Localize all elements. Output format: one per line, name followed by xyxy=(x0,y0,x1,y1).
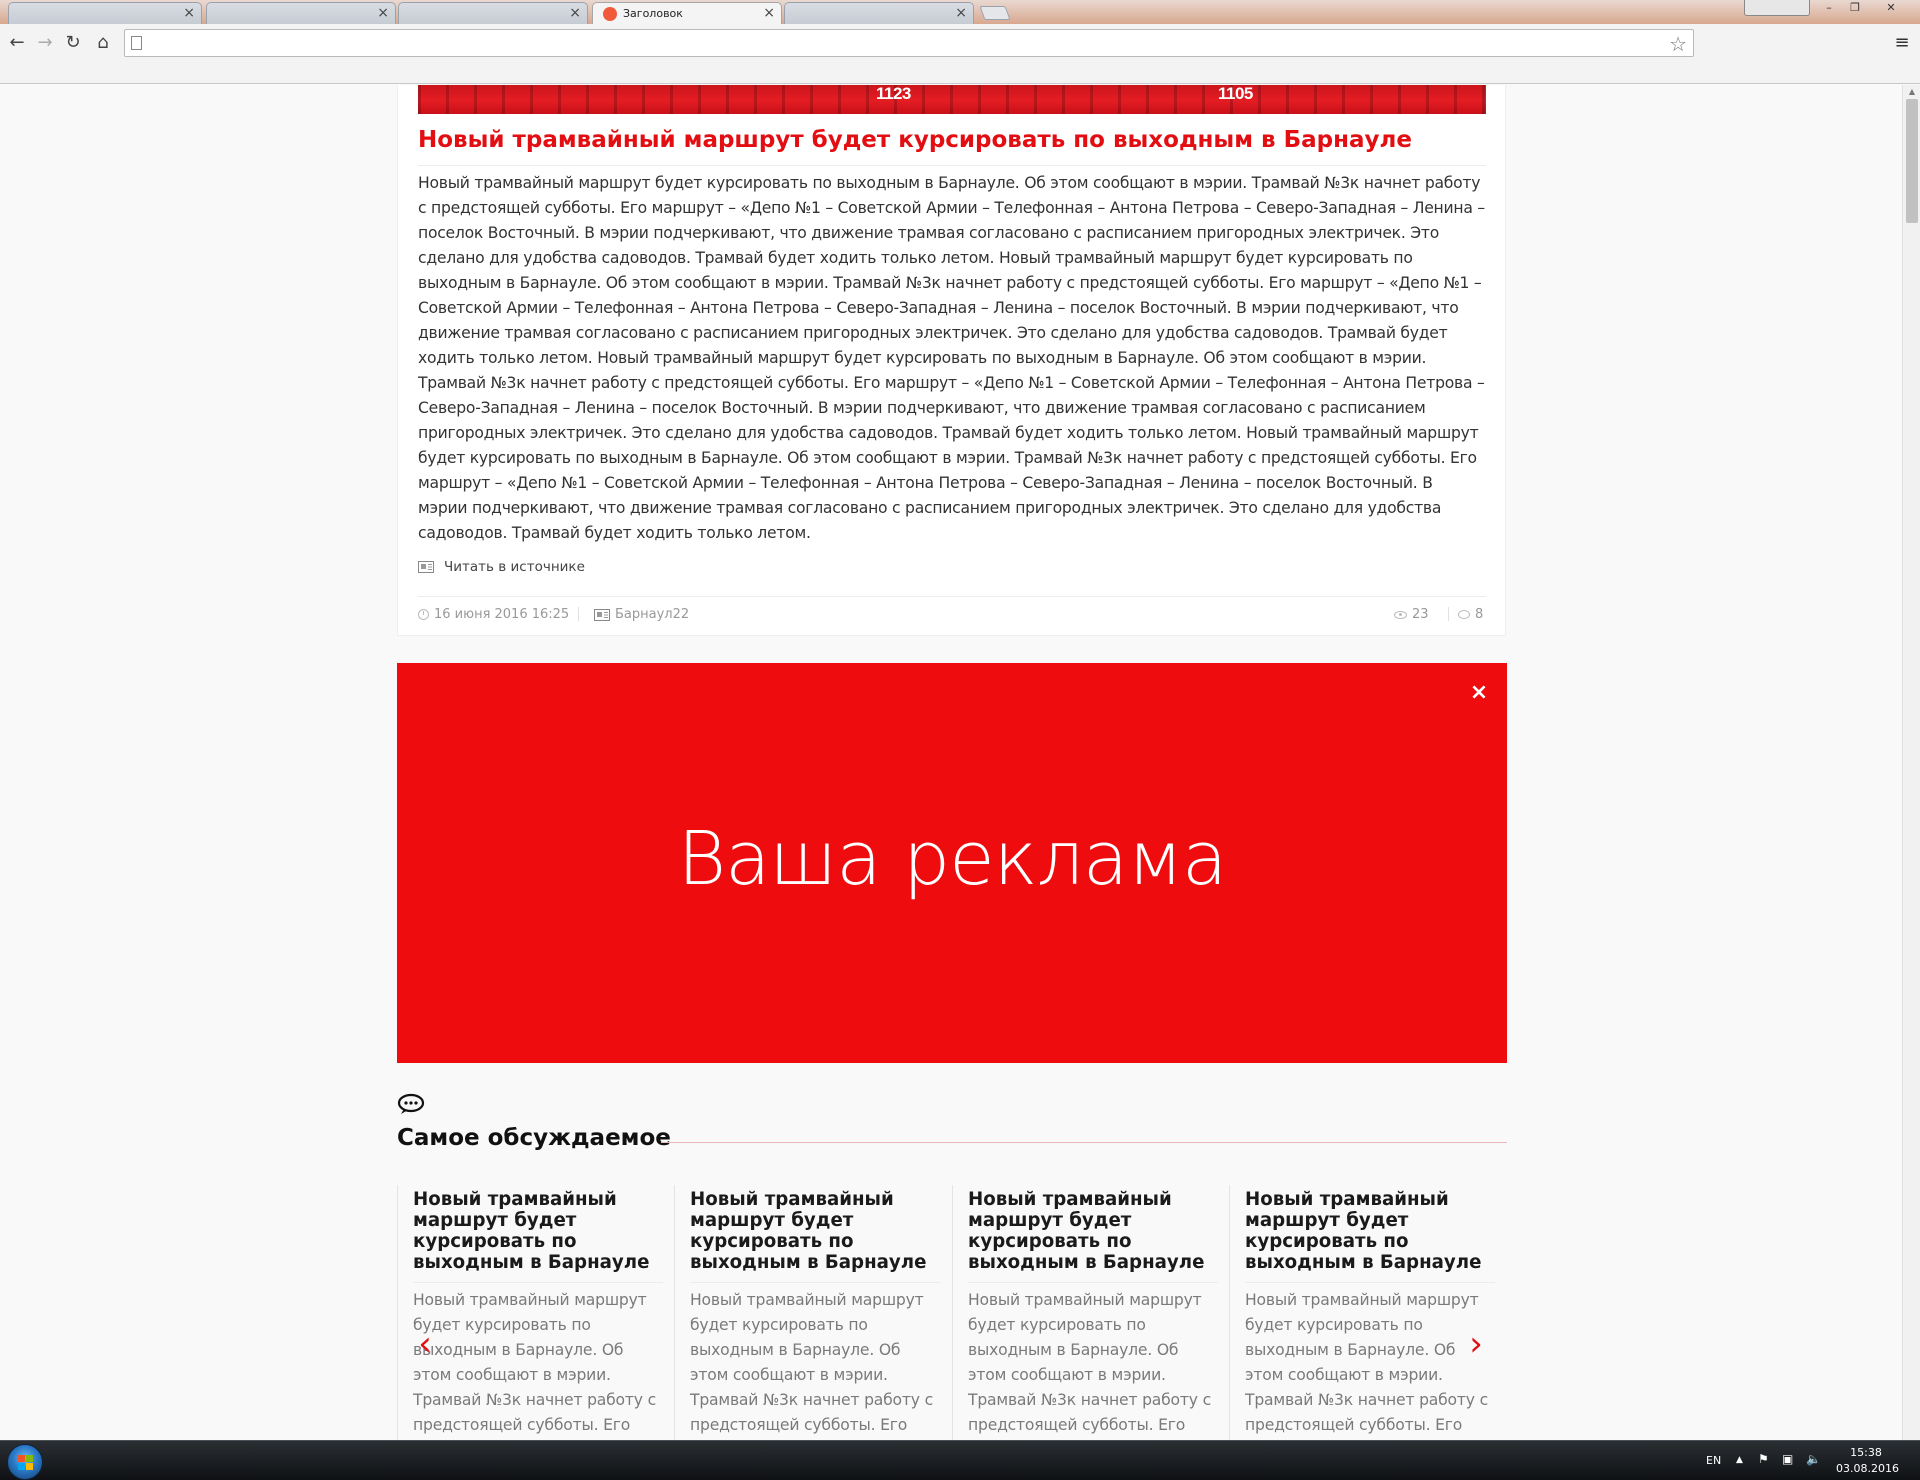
ad-close-icon[interactable]: × xyxy=(1465,679,1493,707)
address-input[interactable] xyxy=(149,32,1649,54)
article-title[interactable]: Новый трамвайный маршрут будет курсирова… xyxy=(418,127,1486,166)
network-icon[interactable]: ▣ xyxy=(1782,1452,1793,1466)
browser-toolbar: ← → ↻ ⌂ ☆ ≡ xyxy=(0,24,1920,84)
browser-tab-active[interactable]: Заголовок × xyxy=(592,2,782,24)
views-count: 23 xyxy=(1412,607,1429,622)
news-card[interactable]: Новый трамвайный маршрут будет курсирова… xyxy=(1229,1185,1506,1440)
tab-close-icon[interactable]: × xyxy=(955,5,967,21)
article-source-text: Барнаул22 xyxy=(615,607,690,622)
carousel-prev-button[interactable]: ‹ xyxy=(414,1327,436,1363)
eye-icon xyxy=(1394,610,1407,619)
new-tab-button[interactable] xyxy=(979,6,1011,20)
card-text: Новый трамвайный маршрут будет курсирова… xyxy=(968,1291,1211,1434)
reload-button[interactable]: ↻ xyxy=(62,32,84,54)
browser-menu-button[interactable]: ≡ xyxy=(1890,32,1914,54)
close-window-button[interactable]: ✕ xyxy=(1868,0,1914,18)
carousel-next-button[interactable]: › xyxy=(1465,1327,1487,1363)
news-card[interactable]: Новый трамвайный маршрут будет курсирова… xyxy=(952,1185,1229,1440)
tram-number: 1105 xyxy=(1218,85,1253,103)
speech-bubbles-icon xyxy=(397,1093,425,1114)
home-button[interactable]: ⌂ xyxy=(92,32,114,54)
language-indicator[interactable]: EN xyxy=(1706,1454,1721,1467)
card-title[interactable]: Новый трамвайный маршрут будет курсирова… xyxy=(1245,1189,1495,1283)
bookmark-star-icon[interactable]: ☆ xyxy=(1669,32,1687,56)
tray-expand-icon[interactable]: ▲ xyxy=(1736,1455,1743,1465)
scroll-up-icon[interactable]: ▲ xyxy=(1903,85,1920,99)
scroll-thumb[interactable] xyxy=(1906,99,1918,223)
minimize-window-button[interactable]: – xyxy=(1816,0,1842,18)
tray-clock[interactable]: 15:38 03.08.2016 xyxy=(1836,1445,1899,1477)
page-viewport: 1123 1105 Новый трамвайный маршрут будет… xyxy=(0,85,1920,1440)
clock-time: 15:38 xyxy=(1850,1446,1882,1459)
windows-logo-icon xyxy=(18,1455,34,1471)
browser-tab[interactable]: × xyxy=(206,2,396,24)
volume-icon[interactable]: 🔈 xyxy=(1806,1452,1821,1466)
article-body: Новый трамвайный маршрут будет курсирова… xyxy=(418,174,1485,542)
meta-divider xyxy=(578,607,579,621)
tram-number: 1123 xyxy=(876,85,911,103)
news-card[interactable]: Новый трамвайный маршрут будет курсирова… xyxy=(397,1185,674,1440)
clock-date: 03.08.2016 xyxy=(1836,1462,1899,1475)
section-divider xyxy=(661,1142,1507,1143)
address-bar[interactable]: ☆ xyxy=(124,29,1694,57)
read-source-label: Читать в источнике xyxy=(444,559,585,575)
article-comments[interactable]: 8 xyxy=(1458,607,1483,622)
newspaper-icon xyxy=(594,608,610,621)
newspaper-icon xyxy=(418,561,434,573)
article-date-text: 16 июня 2016 16:25 xyxy=(434,607,570,622)
tab-strip: × × × Заголовок × × – ❐ ✕ xyxy=(0,0,1920,24)
clock-icon xyxy=(418,609,429,620)
tab-close-icon[interactable]: × xyxy=(569,5,581,21)
article-date: 16 июня 2016 16:25 xyxy=(418,607,569,622)
browser-tab[interactable]: × xyxy=(784,2,974,24)
comment-bubble-icon xyxy=(1458,610,1470,619)
action-center-flag-icon[interactable]: ⚑ xyxy=(1758,1452,1769,1466)
favicon-icon xyxy=(603,7,617,21)
tab-close-icon[interactable]: × xyxy=(763,5,775,21)
card-text: Новый трамвайный маршрут будет курсирова… xyxy=(690,1291,933,1434)
browser-tab[interactable]: × xyxy=(398,2,588,24)
card-title[interactable]: Новый трамвайный маршрут будет курсирова… xyxy=(968,1189,1218,1283)
page-icon xyxy=(131,36,142,50)
tab-close-icon[interactable]: × xyxy=(183,5,195,21)
browser-tab[interactable]: × xyxy=(8,2,202,24)
card-title[interactable]: Новый трамвайный маршрут будет курсирова… xyxy=(690,1189,940,1283)
ad-text: Ваша реклама xyxy=(677,816,1228,902)
tab-title: Заголовок xyxy=(623,7,683,20)
read-source-link[interactable]: Читать в источнике xyxy=(418,559,585,575)
comments-count: 8 xyxy=(1475,607,1484,622)
forward-button[interactable]: → xyxy=(34,32,56,54)
section-title: Самое обсуждаемое xyxy=(397,1125,671,1151)
page-scrollbar[interactable]: ▲ xyxy=(1902,85,1920,1440)
back-button[interactable]: ← xyxy=(6,32,28,54)
most-discussed-carousel: Новый трамвайный маршрут будет курсирова… xyxy=(397,1185,1507,1440)
article-views: 23 xyxy=(1394,607,1429,622)
tab-close-icon[interactable]: × xyxy=(377,5,389,21)
article-meta: 16 июня 2016 16:25 Барнаул22 23 8 xyxy=(418,596,1486,626)
card-text: Новый трамвайный маршрут будет курсирова… xyxy=(413,1291,656,1434)
ad-banner[interactable]: Ваша реклама × xyxy=(397,663,1507,1063)
article-source[interactable]: Барнаул22 xyxy=(594,607,689,622)
window-controls-bar xyxy=(1744,0,1810,16)
card-text: Новый трамвайный маршрут будет курсирова… xyxy=(1245,1291,1488,1434)
tram-image-detail xyxy=(418,85,1486,114)
article-image: 1123 1105 xyxy=(418,85,1486,114)
start-button[interactable] xyxy=(7,1444,43,1480)
taskbar: EN ▲ ⚑ ▣ 🔈 15:38 03.08.2016 xyxy=(0,1440,1920,1480)
card-title[interactable]: Новый трамвайный маршрут будет курсирова… xyxy=(413,1189,663,1283)
article-card: 1123 1105 Новый трамвайный маршрут будет… xyxy=(397,85,1506,636)
news-card[interactable]: Новый трамвайный маршрут будет курсирова… xyxy=(674,1185,951,1440)
meta-divider xyxy=(1448,607,1449,621)
restore-window-button[interactable]: ❐ xyxy=(1842,0,1868,18)
